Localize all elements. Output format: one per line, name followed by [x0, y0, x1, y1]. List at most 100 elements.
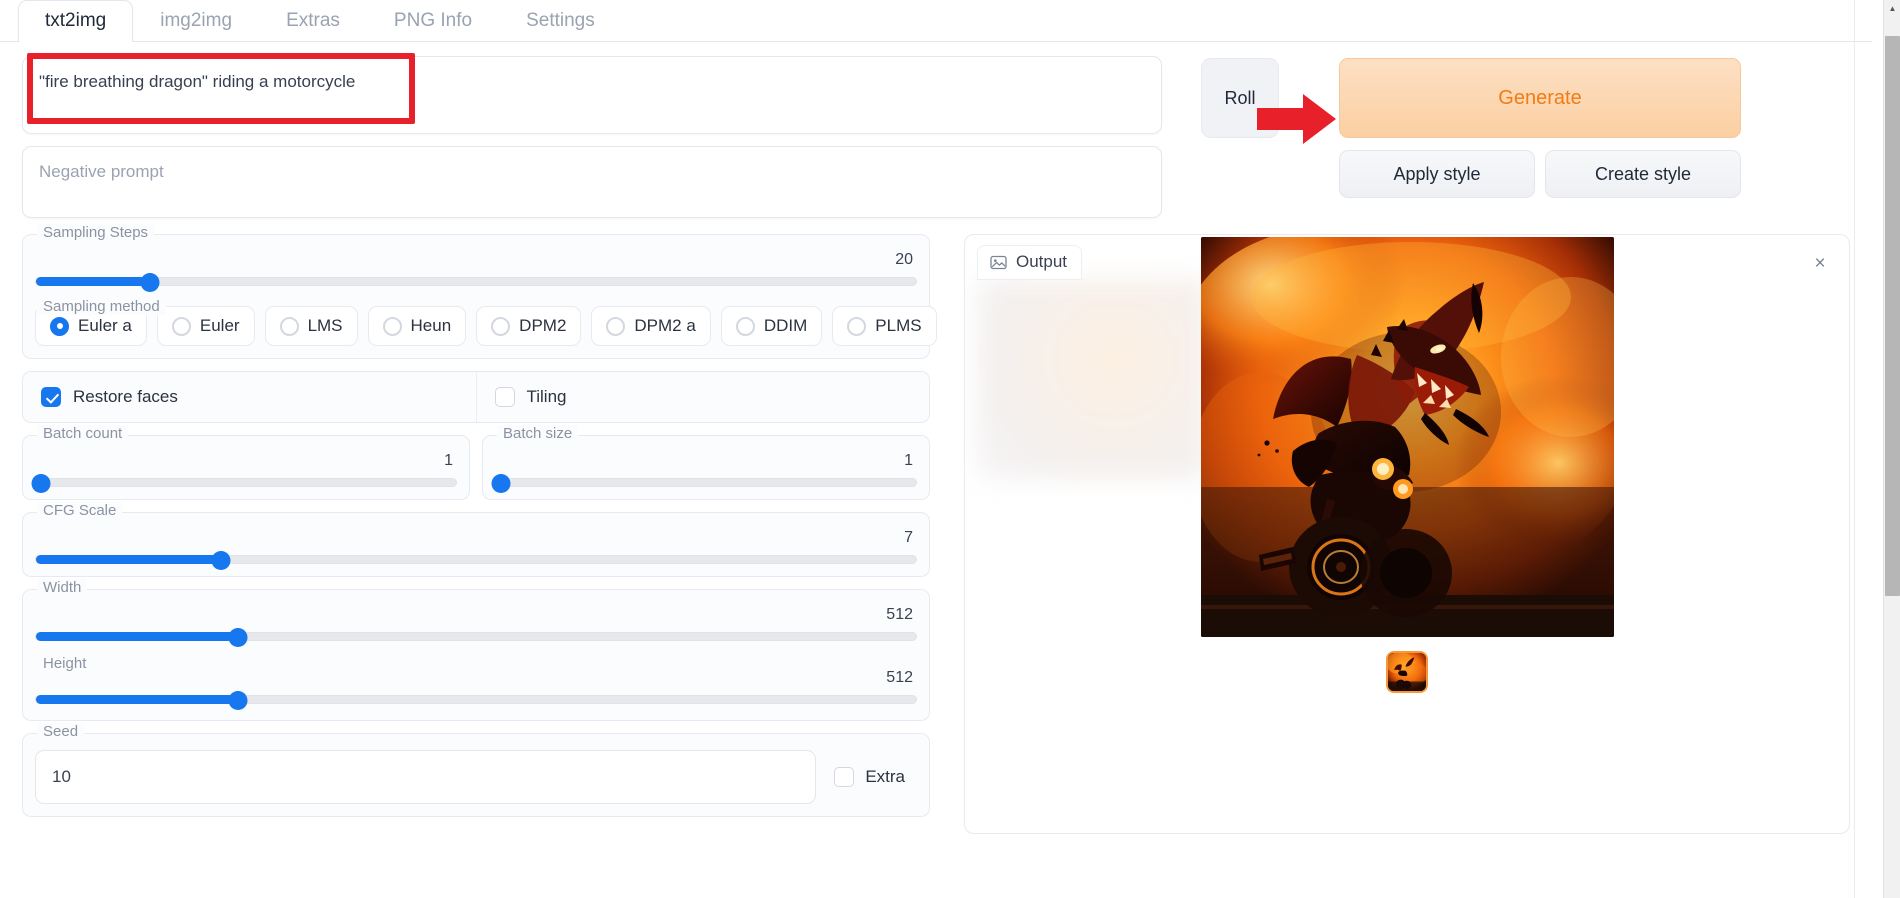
panel-divider — [1854, 0, 1855, 898]
generated-image[interactable] — [1200, 237, 1614, 637]
cfg-scale-panel: CFG Scale 7 — [22, 502, 930, 577]
radio-ddim[interactable]: DDIM — [720, 306, 823, 346]
height-knob[interactable] — [228, 691, 248, 710]
radio-euler[interactable]: Euler — [156, 306, 255, 346]
restore-faces-checkbox[interactable]: Restore faces — [23, 372, 476, 422]
extra-checkbox[interactable]: Extra — [834, 767, 917, 787]
cfg-scale-track[interactable] — [35, 551, 917, 570]
radio-label: PLMS — [875, 316, 922, 335]
sampling-steps-slider[interactable]: 20 — [35, 245, 917, 292]
output-pane: Output × — [964, 234, 1850, 834]
radio-dot-icon — [491, 316, 511, 336]
checkbox-icon — [494, 387, 515, 407]
cfg-scale-slider[interactable]: 7 — [35, 523, 917, 570]
output-image-area — [965, 235, 1849, 833]
seed-row: 10 Extra — [35, 750, 917, 804]
radio-dot-icon — [171, 316, 191, 336]
sampling-steps-track[interactable] — [35, 273, 917, 292]
negative-prompt-input[interactable]: Negative prompt — [22, 146, 1162, 218]
width-label: Width — [37, 579, 88, 596]
sampling-panel: Sampling Steps 20 Sampling method Euler … — [22, 224, 937, 359]
sampling-steps-knob[interactable] — [140, 273, 160, 292]
scroll-up-arrow-icon[interactable]: ▲ — [1884, 0, 1900, 17]
batch-size-panel: Batch size 1 — [482, 425, 930, 500]
tiling-label: Tiling — [526, 387, 567, 406]
settings-pane: Sampling Steps 20 Sampling method Euler … — [22, 224, 937, 834]
radio-label: Heun — [410, 316, 452, 335]
sampling-steps-value: 20 — [895, 251, 913, 268]
radio-heun[interactable]: Heun — [367, 306, 467, 346]
tiling-checkbox[interactable]: Tiling — [475, 372, 930, 422]
output-tab[interactable]: Output — [977, 245, 1083, 280]
batch-size-value: 1 — [904, 452, 913, 469]
batch-size-knob[interactable] — [491, 474, 511, 493]
checkbox-icon — [41, 387, 61, 407]
batch-count-knob[interactable] — [31, 474, 51, 493]
seed-label: Seed — [37, 723, 85, 740]
toggles-panel: Restore faces Tiling — [22, 371, 930, 423]
close-icon[interactable]: × — [1805, 249, 1835, 279]
prompt-input[interactable]: "fire breathing dragon" riding a motorcy… — [22, 56, 1162, 134]
batch-count-track[interactable] — [31, 474, 457, 493]
batch-count-slider[interactable]: 1 — [31, 446, 457, 493]
prompt-area: "fire breathing dragon" riding a motorcy… — [0, 42, 1872, 218]
width-track[interactable] — [35, 628, 917, 647]
radio-label: DPM2 a — [634, 316, 696, 335]
tab-png-info[interactable]: PNG Info — [367, 0, 499, 42]
image-icon — [990, 255, 1007, 269]
height-track[interactable] — [35, 691, 917, 710]
style-button-row: Apply style Create style — [1339, 150, 1809, 198]
generate-button[interactable]: Generate — [1339, 58, 1741, 138]
width-knob[interactable] — [228, 628, 248, 647]
main-content: Sampling Steps 20 Sampling method Euler … — [0, 218, 1872, 834]
radio-dpm2[interactable]: DPM2 — [476, 306, 582, 346]
dimensions-panel: Width 512 Height 512 — [22, 579, 930, 721]
radio-dot-icon — [735, 316, 755, 336]
radio-dpm2-a[interactable]: DPM2 a — [591, 306, 711, 346]
radio-label: DDIM — [763, 316, 808, 335]
batch-row: Batch count 1 Batch size 1 — [22, 425, 930, 512]
thumbnail-artwork — [1388, 653, 1426, 691]
tab-extras[interactable]: Extras — [259, 0, 367, 42]
output-tab-label: Output — [1016, 252, 1068, 271]
main-tab-bar: txt2img img2img Extras PNG Info Settings — [0, 0, 1872, 42]
radio-dot-icon — [382, 316, 402, 336]
radio-label: Euler — [199, 316, 240, 335]
output-panel: Output × — [964, 234, 1850, 834]
red-arrow-annotation — [1257, 94, 1336, 144]
batch-size-slider[interactable]: 1 — [491, 446, 917, 493]
checkbox-icon — [834, 767, 855, 787]
dragon-motorcycle-artwork — [1200, 237, 1614, 637]
radio-dot-icon — [50, 316, 69, 336]
height-slider[interactable]: 512 — [35, 663, 917, 710]
seed-input[interactable]: 10 — [35, 750, 817, 804]
batch-size-track[interactable] — [491, 474, 917, 493]
page-scrollbar[interactable]: ▲ — [1883, 0, 1900, 898]
scrollbar-thumb[interactable] — [1885, 36, 1900, 596]
radio-dot-icon — [606, 316, 626, 336]
prompt-column: "fire breathing dragon" riding a motorcy… — [22, 53, 1187, 218]
sampling-steps-label: Sampling Steps — [37, 224, 155, 241]
cfg-scale-value: 7 — [904, 529, 913, 546]
radio-label: DPM2 — [519, 316, 567, 335]
radio-label: Euler a — [78, 316, 132, 335]
radio-plms[interactable]: PLMS — [832, 306, 937, 346]
create-style-button[interactable]: Create style — [1545, 150, 1741, 198]
output-thumbnail[interactable] — [1386, 651, 1428, 693]
radio-label: LMS — [307, 316, 343, 335]
apply-style-button[interactable]: Apply style — [1339, 150, 1535, 198]
cfg-scale-knob[interactable] — [211, 551, 231, 570]
cfg-scale-label: CFG Scale — [37, 502, 123, 519]
radio-dot-icon — [279, 316, 299, 336]
tab-img2img[interactable]: img2img — [133, 0, 259, 42]
tab-settings[interactable]: Settings — [499, 0, 622, 42]
width-slider[interactable]: 512 — [35, 600, 917, 647]
batch-count-panel: Batch count 1 — [22, 425, 470, 500]
tab-txt2img[interactable]: txt2img — [18, 0, 134, 42]
restore-faces-label: Restore faces — [73, 387, 178, 406]
batch-count-value: 1 — [444, 452, 453, 469]
width-value: 512 — [886, 606, 913, 623]
height-value: 512 — [886, 669, 913, 686]
generate-column: Generate Apply style Create style — [1257, 56, 1809, 198]
radio-lms[interactable]: LMS — [264, 306, 358, 346]
